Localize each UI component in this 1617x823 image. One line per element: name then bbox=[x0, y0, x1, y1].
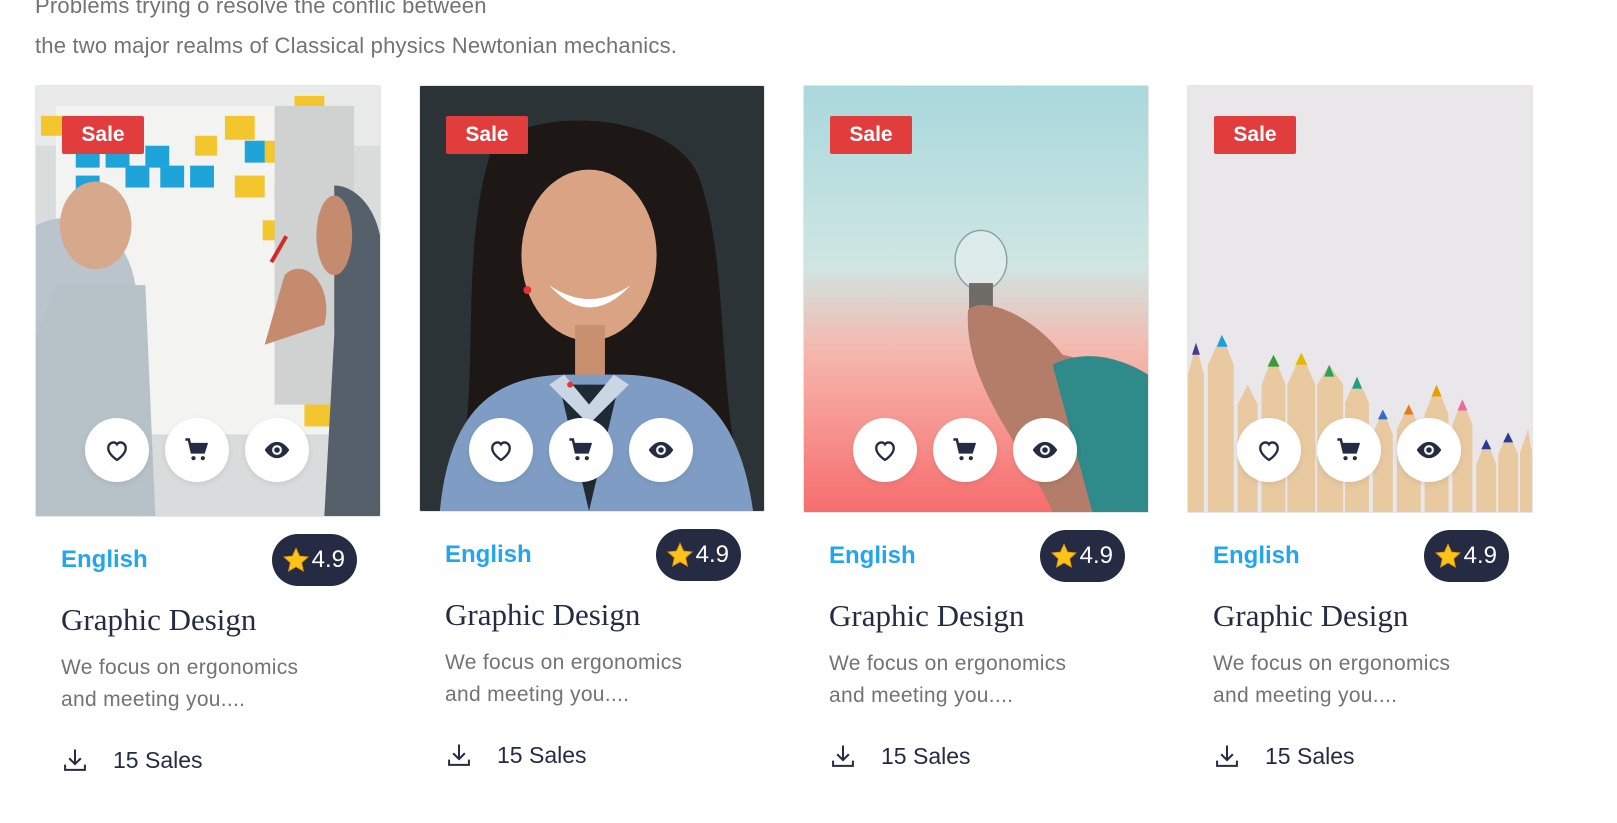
description-line-1: We focus on ergonomics bbox=[61, 656, 299, 679]
heart-icon bbox=[491, 441, 511, 462]
rating-badge: 4.9 bbox=[1039, 530, 1125, 582]
sales-label: 15 Sales bbox=[113, 746, 203, 773]
course-title[interactable]: Graphic Design bbox=[829, 596, 1123, 636]
card-body: English 4.9 Graphic Design We focus on e… bbox=[35, 533, 381, 774]
heart-icon bbox=[107, 441, 127, 462]
sale-badge: Sale bbox=[1214, 116, 1296, 154]
card-body: English 4.9 Graphic Design We focus on e… bbox=[1187, 529, 1533, 770]
description-line-1: We focus on ergonomics bbox=[1213, 652, 1451, 675]
download-icon bbox=[448, 744, 470, 766]
card-actions bbox=[469, 418, 693, 482]
download-icon bbox=[1216, 745, 1238, 767]
description-line-2: and meeting you.... bbox=[445, 683, 630, 706]
star-icon bbox=[282, 547, 309, 572]
cart-icon bbox=[1337, 438, 1361, 461]
card-actions bbox=[853, 418, 1077, 482]
star-icon bbox=[1434, 543, 1461, 568]
course-image[interactable]: Sale bbox=[1187, 85, 1533, 513]
sales-count: 15 Sales bbox=[445, 741, 739, 769]
star-icon bbox=[1050, 543, 1077, 568]
like-button[interactable] bbox=[853, 418, 917, 482]
course-card[interactable]: Sale English 4.9 Graphic Design We focus… bbox=[35, 85, 381, 774]
like-button[interactable] bbox=[85, 418, 149, 482]
intro-line-1: Problems trying o resolve the conflic be… bbox=[35, 0, 487, 18]
course-description: We focus on ergonomics and meeting you..… bbox=[829, 648, 1123, 712]
description-line-2: and meeting you.... bbox=[1213, 684, 1398, 707]
quick-view-button[interactable] bbox=[1013, 418, 1077, 482]
course-title[interactable]: Graphic Design bbox=[61, 600, 355, 640]
sale-badge: Sale bbox=[446, 116, 528, 154]
rating-value: 4.9 bbox=[695, 541, 729, 568]
sales-label: 15 Sales bbox=[1265, 742, 1355, 769]
course-image[interactable]: Sale bbox=[35, 85, 381, 517]
rating-badge: 4.9 bbox=[655, 529, 741, 581]
cart-icon bbox=[185, 438, 209, 461]
rating-value: 4.9 bbox=[311, 546, 345, 573]
sale-badge: Sale bbox=[62, 116, 144, 154]
heart-icon bbox=[1259, 441, 1279, 462]
add-to-cart-button[interactable] bbox=[933, 418, 997, 482]
add-to-cart-button[interactable] bbox=[165, 418, 229, 482]
description-line-1: We focus on ergonomics bbox=[829, 652, 1067, 675]
quick-view-button[interactable] bbox=[245, 418, 309, 482]
sale-badge: Sale bbox=[830, 116, 912, 154]
download-icon bbox=[832, 745, 854, 767]
description-line-2: and meeting you.... bbox=[61, 688, 246, 711]
eye-icon bbox=[1416, 441, 1442, 459]
rating-badge: 4.9 bbox=[1423, 530, 1509, 582]
like-button[interactable] bbox=[469, 418, 533, 482]
sales-count: 15 Sales bbox=[829, 742, 1123, 770]
description-line-1: We focus on ergonomics bbox=[445, 651, 683, 674]
course-card[interactable]: Sale English 4.9 Graphic Design We focus… bbox=[803, 85, 1149, 770]
course-image[interactable]: Sale bbox=[419, 85, 765, 512]
course-category[interactable]: English bbox=[1213, 542, 1300, 570]
cart-icon bbox=[569, 438, 593, 461]
eye-icon bbox=[264, 441, 290, 459]
like-button[interactable] bbox=[1237, 418, 1301, 482]
card-actions bbox=[1237, 418, 1461, 482]
course-card[interactable]: Sale English 4.9 Graphic Design We focus… bbox=[419, 85, 765, 769]
heart-icon bbox=[875, 441, 895, 462]
quick-view-button[interactable] bbox=[629, 418, 693, 482]
course-category[interactable]: English bbox=[61, 546, 148, 574]
sales-label: 15 Sales bbox=[881, 742, 971, 769]
rating-value: 4.9 bbox=[1079, 542, 1113, 569]
card-actions bbox=[85, 418, 309, 482]
card-body: English 4.9 Graphic Design We focus on e… bbox=[419, 528, 765, 769]
section-intro: Problems trying o resolve the conflic be… bbox=[35, 0, 935, 66]
course-category[interactable]: English bbox=[445, 541, 532, 569]
rating-badge: 4.9 bbox=[271, 534, 357, 586]
course-title[interactable]: Graphic Design bbox=[1213, 596, 1507, 636]
eye-icon bbox=[648, 441, 674, 459]
sales-count: 15 Sales bbox=[61, 746, 355, 774]
download-icon bbox=[64, 749, 86, 771]
course-description: We focus on ergonomics and meeting you..… bbox=[445, 647, 739, 711]
add-to-cart-button[interactable] bbox=[1317, 418, 1381, 482]
star-icon bbox=[666, 542, 693, 567]
sales-label: 15 Sales bbox=[497, 741, 587, 768]
intro-line-2: the two major realms of Classical physic… bbox=[35, 33, 678, 58]
course-image[interactable]: Sale bbox=[803, 85, 1149, 513]
course-category[interactable]: English bbox=[829, 542, 916, 570]
quick-view-button[interactable] bbox=[1397, 418, 1461, 482]
course-description: We focus on ergonomics and meeting you..… bbox=[61, 652, 355, 716]
course-description: We focus on ergonomics and meeting you..… bbox=[1213, 648, 1507, 712]
rating-value: 4.9 bbox=[1463, 542, 1497, 569]
eye-icon bbox=[1032, 441, 1058, 459]
add-to-cart-button[interactable] bbox=[549, 418, 613, 482]
sales-count: 15 Sales bbox=[1213, 742, 1507, 770]
description-line-2: and meeting you.... bbox=[829, 684, 1014, 707]
card-body: English 4.9 Graphic Design We focus on e… bbox=[803, 529, 1149, 770]
course-title[interactable]: Graphic Design bbox=[445, 595, 739, 635]
cart-icon bbox=[953, 438, 977, 461]
course-card[interactable]: Sale English 4.9 Graphic Design We focus… bbox=[1187, 85, 1533, 770]
